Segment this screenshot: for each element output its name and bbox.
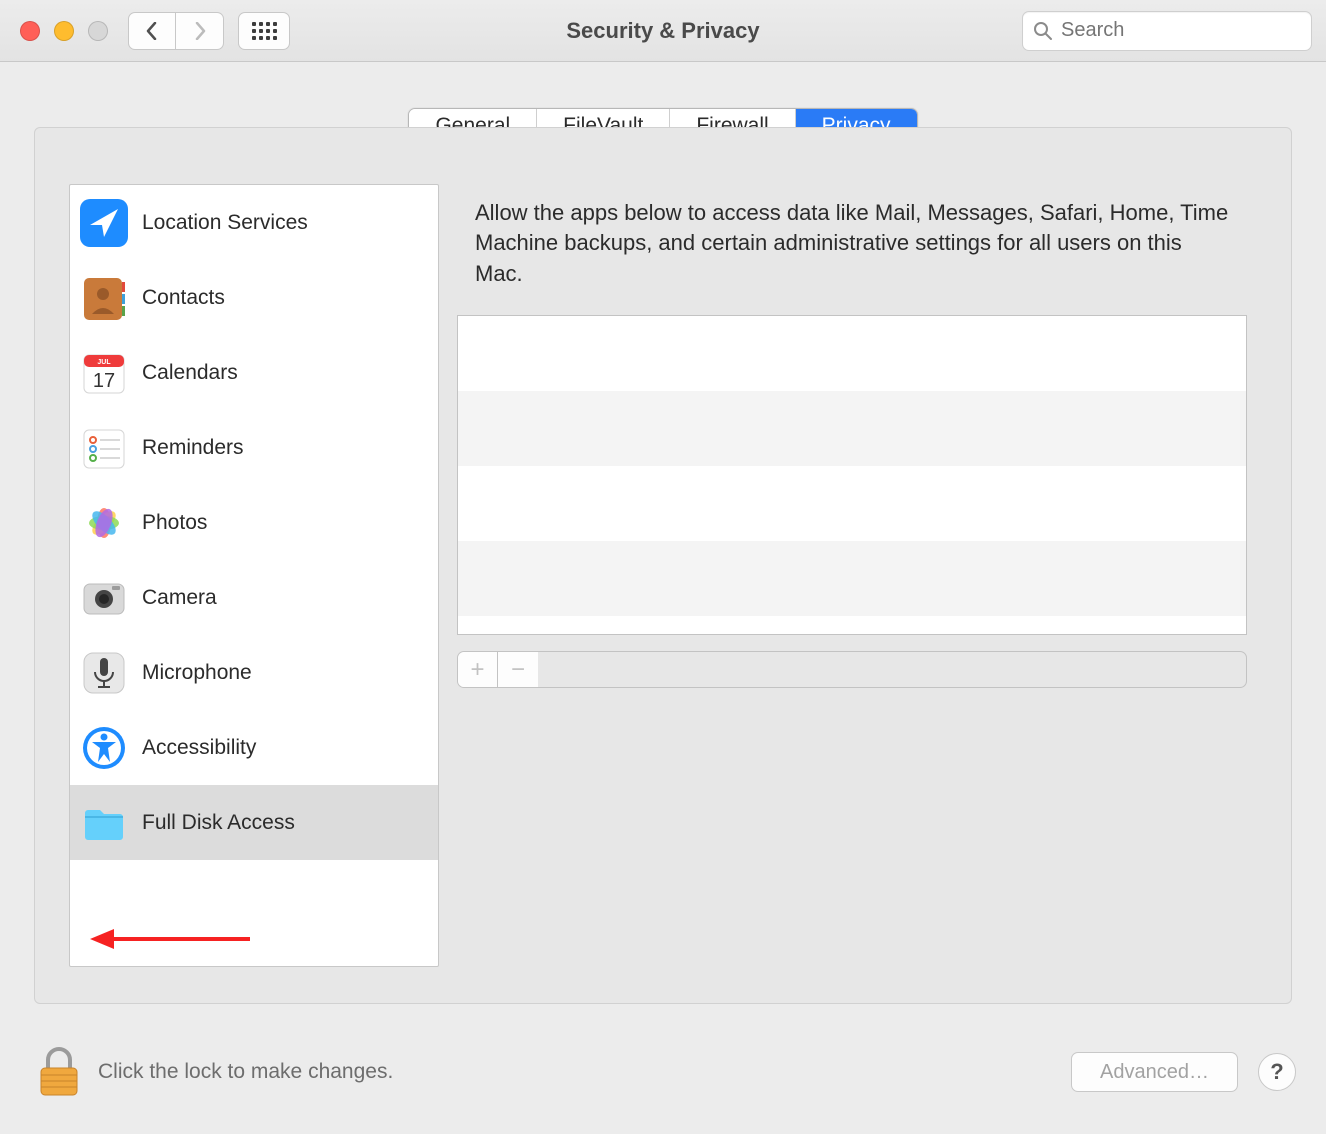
- photos-flower-icon: [80, 499, 128, 547]
- camera-icon: [80, 574, 128, 622]
- minimize-window-button[interactable]: [54, 21, 74, 41]
- bottom-bar: Click the lock to make changes. Advanced…: [36, 1046, 1296, 1098]
- help-button[interactable]: ?: [1258, 1053, 1296, 1091]
- zoom-window-button[interactable]: [88, 21, 108, 41]
- add-app-button[interactable]: +: [458, 652, 498, 687]
- sidebar-item-reminders[interactable]: Reminders: [70, 410, 438, 485]
- sidebar-item-location-services[interactable]: Location Services: [70, 185, 438, 260]
- accessibility-icon: [80, 724, 128, 772]
- sidebar-item-label: Reminders: [142, 436, 244, 460]
- advanced-button[interactable]: Advanced…: [1071, 1052, 1238, 1092]
- sidebar-item-photos[interactable]: Photos: [70, 485, 438, 560]
- detail-pane: Allow the apps below to access data like…: [457, 184, 1247, 967]
- sidebar-item-label: Calendars: [142, 361, 238, 385]
- sidebar-item-label: Full Disk Access: [142, 811, 295, 835]
- sidebar-item-contacts[interactable]: Contacts: [70, 260, 438, 335]
- app-row: [458, 541, 1246, 616]
- sidebar-item-calendars[interactable]: JUL 17 Calendars: [70, 335, 438, 410]
- sidebar-item-label: Camera: [142, 586, 217, 610]
- search-input[interactable]: [1061, 19, 1301, 42]
- calendar-icon: JUL 17: [80, 349, 128, 397]
- window-controls: [20, 21, 108, 41]
- sidebar-item-camera[interactable]: Camera: [70, 560, 438, 635]
- sidebar-item-accessibility[interactable]: Accessibility: [70, 710, 438, 785]
- detail-description: Allow the apps below to access data like…: [457, 184, 1247, 315]
- app-row: [458, 391, 1246, 466]
- location-arrow-icon: [80, 199, 128, 247]
- privacy-category-list[interactable]: Location Services Contacts: [69, 184, 439, 967]
- annotation-arrow-icon: [90, 927, 250, 951]
- svg-text:JUL: JUL: [97, 359, 111, 366]
- reminders-list-icon: [80, 424, 128, 472]
- close-window-button[interactable]: [20, 21, 40, 41]
- back-button[interactable]: [128, 12, 176, 50]
- allowed-apps-list[interactable]: [457, 315, 1247, 635]
- grid-icon: [252, 22, 277, 40]
- show-all-prefs-button[interactable]: [238, 12, 290, 50]
- titlebar: Security & Privacy: [0, 0, 1326, 62]
- sidebar-item-label: Microphone: [142, 661, 252, 685]
- search-field-wrap[interactable]: [1022, 11, 1312, 51]
- app-row: [458, 316, 1246, 391]
- sidebar-item-full-disk-access[interactable]: Full Disk Access: [70, 785, 438, 860]
- contacts-book-icon: [80, 274, 128, 322]
- app-row: [458, 466, 1246, 541]
- search-icon: [1033, 21, 1053, 41]
- sidebar-item-label: Photos: [142, 511, 207, 535]
- sidebar-item-label: Accessibility: [142, 736, 256, 760]
- lock-hint-text: Click the lock to make changes.: [98, 1060, 393, 1084]
- microphone-icon: [80, 649, 128, 697]
- sidebar-item-label: Location Services: [142, 211, 308, 235]
- forward-button[interactable]: [176, 12, 224, 50]
- content-frame: Location Services Contacts: [34, 127, 1292, 1004]
- svg-text:17: 17: [93, 370, 115, 392]
- lock-icon[interactable]: [36, 1046, 82, 1098]
- sidebar-item-label: Contacts: [142, 286, 225, 310]
- nav-buttons: [128, 12, 224, 50]
- add-remove-buttons: + −: [457, 651, 1247, 688]
- remove-app-button[interactable]: −: [498, 652, 538, 687]
- sidebar-item-microphone[interactable]: Microphone: [70, 635, 438, 710]
- folder-icon: [80, 799, 128, 847]
